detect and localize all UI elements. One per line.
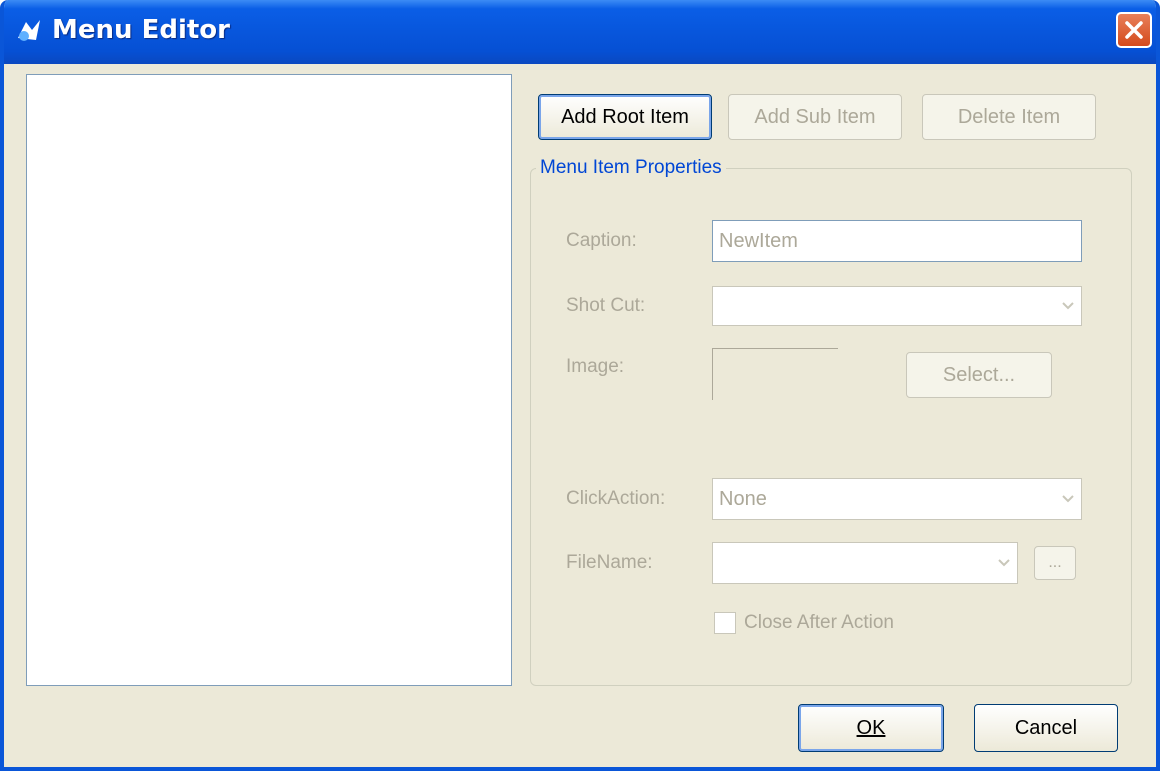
select-image-button[interactable]: Select... [906, 352, 1052, 398]
click-action-value: None [719, 487, 767, 510]
shortcut-dropdown[interactable] [712, 286, 1082, 326]
add-sub-item-button[interactable]: Add Sub Item [728, 94, 902, 140]
app-icon [18, 20, 40, 41]
caption-value: NewItem [719, 229, 798, 252]
caption-label: Caption: [566, 230, 637, 251]
ok-button[interactable]: OK [798, 704, 944, 752]
add-root-item-button[interactable]: Add Root Item [538, 94, 712, 140]
menu-tree-view[interactable] [26, 74, 512, 686]
close-after-action-label: Close After Action [744, 612, 894, 633]
shortcut-label: Shot Cut: [566, 295, 646, 316]
chevron-down-icon [1059, 490, 1077, 508]
image-preview [712, 348, 838, 400]
close-after-action-checkbox[interactable] [714, 612, 736, 634]
properties-group-title: Menu Item Properties [536, 157, 726, 179]
click-action-dropdown[interactable]: None [712, 478, 1082, 520]
caption-input[interactable]: NewItem [712, 220, 1082, 262]
browse-file-button[interactable]: ... [1034, 546, 1076, 580]
delete-item-button[interactable]: Delete Item [922, 94, 1096, 140]
click-action-label: ClickAction: [566, 488, 666, 509]
cancel-button[interactable]: Cancel [974, 704, 1118, 752]
chevron-down-icon [995, 554, 1013, 572]
close-button[interactable] [1116, 12, 1152, 48]
image-label: Image: [566, 356, 625, 377]
title-bar[interactable]: Menu Editor [4, 0, 1156, 64]
chevron-down-icon [1059, 297, 1077, 315]
filename-label: FileName: [566, 552, 653, 573]
window-title: Menu Editor [52, 15, 230, 45]
close-icon [1125, 21, 1143, 39]
filename-dropdown[interactable] [712, 542, 1018, 584]
